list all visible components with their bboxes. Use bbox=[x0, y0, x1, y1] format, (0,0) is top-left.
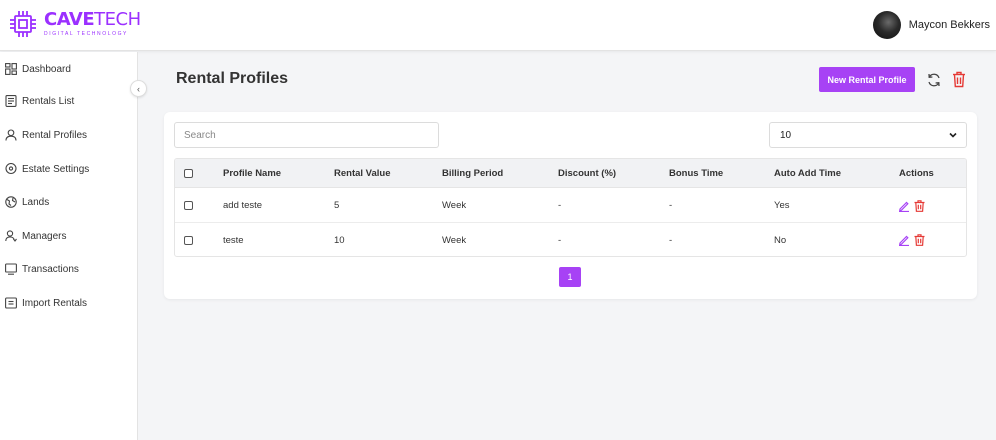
logo[interactable]: CAVETECH DIGITAL TECHNOLOGY bbox=[8, 6, 141, 42]
cell-discount: - bbox=[558, 200, 562, 211]
sidebar-collapse-button[interactable]: ‹ bbox=[130, 80, 147, 97]
users-icon bbox=[4, 229, 18, 243]
user-menu[interactable]: Maycon Bekkers bbox=[872, 11, 990, 39]
search-input[interactable] bbox=[174, 122, 439, 148]
sidebar-item-rentals-list[interactable]: Rentals List bbox=[0, 91, 138, 111]
sidebar-item-rental-profiles[interactable]: Rental Profiles bbox=[0, 125, 138, 145]
edit-icon bbox=[899, 235, 909, 246]
chevron-down-icon bbox=[949, 132, 957, 138]
column-header[interactable]: Auto Add Time bbox=[774, 159, 841, 187]
column-header[interactable]: Bonus Time bbox=[669, 159, 723, 187]
brand-name-light: TECH bbox=[94, 9, 141, 30]
dashboard-icon bbox=[4, 62, 18, 76]
refresh-icon bbox=[928, 73, 940, 87]
page-size-select[interactable]: 10 bbox=[769, 122, 967, 148]
brand-name-bold: CAVE bbox=[44, 9, 95, 30]
cell-profile-name: add teste bbox=[223, 200, 263, 211]
sidebar-item-transactions[interactable]: Transactions bbox=[0, 259, 138, 279]
cell-auto-add-time: Yes bbox=[774, 200, 790, 211]
edit-button[interactable] bbox=[898, 200, 910, 212]
column-header[interactable]: Discount (%) bbox=[558, 159, 616, 187]
user-icon bbox=[4, 128, 18, 142]
sidebar-item-label: Rentals List bbox=[22, 95, 75, 107]
delete-button[interactable] bbox=[914, 199, 925, 212]
import-icon bbox=[4, 296, 18, 310]
brand-name: CAVETECH bbox=[44, 11, 141, 29]
sidebar-item-label: Managers bbox=[22, 230, 67, 242]
column-header[interactable]: Rental Value bbox=[334, 159, 391, 187]
sidebar-item-import-rentals[interactable]: Import Rentals bbox=[0, 293, 138, 313]
delete-button[interactable] bbox=[914, 234, 925, 246]
monitor-icon bbox=[4, 262, 18, 276]
sidebar-item-label: Import Rentals bbox=[22, 297, 88, 309]
sidebar-item-estate-settings[interactable]: Estate Settings bbox=[0, 159, 138, 179]
edit-icon bbox=[899, 201, 909, 212]
sidebar: Dashboard Rentals List Rental Profiles E… bbox=[0, 52, 138, 440]
sidebar-item-managers[interactable]: Managers bbox=[0, 226, 138, 246]
sidebar-item-lands[interactable]: Lands bbox=[0, 192, 138, 212]
user-name: Maycon Bekkers bbox=[908, 19, 990, 31]
sidebar-item-label: Rental Profiles bbox=[22, 129, 88, 141]
list-icon bbox=[4, 94, 18, 108]
cell-billing-period: Week bbox=[442, 200, 467, 211]
sidebar-item-label: Dashboard bbox=[22, 63, 71, 75]
globe-icon bbox=[4, 195, 18, 209]
cell-profile-name: teste bbox=[223, 234, 244, 246]
column-header[interactable]: Profile Name bbox=[223, 159, 281, 187]
sidebar-item-dashboard[interactable]: Dashboard bbox=[0, 59, 138, 79]
chip-logo-icon bbox=[10, 11, 36, 37]
cell-discount: - bbox=[558, 234, 562, 246]
edit-button[interactable] bbox=[898, 234, 910, 246]
cell-rental-value: 10 bbox=[334, 234, 345, 246]
page-size-value: 10 bbox=[780, 129, 792, 141]
cell-billing-period: Week bbox=[442, 234, 467, 246]
cell-rental-value: 5 bbox=[334, 200, 340, 211]
trash-icon bbox=[953, 71, 965, 87]
table-row[interactable]: add teste 5 Week - - Yes bbox=[175, 189, 966, 223]
table-header: Profile Name Rental Value Billing Period… bbox=[175, 159, 966, 188]
sidebar-item-label: Transactions bbox=[22, 263, 79, 275]
column-header[interactable]: Billing Period bbox=[442, 159, 503, 187]
location-icon bbox=[4, 162, 18, 176]
new-rental-profile-button[interactable]: New Rental Profile bbox=[819, 67, 915, 92]
brand-tagline: DIGITAL TECHNOLOGY bbox=[44, 31, 128, 37]
cell-auto-add-time: No bbox=[774, 234, 787, 246]
rental-profiles-table: Profile Name Rental Value Billing Period… bbox=[174, 158, 967, 257]
refresh-button[interactable] bbox=[925, 71, 943, 89]
table-row[interactable]: teste 10 Week - - No bbox=[175, 223, 966, 256]
row-checkbox[interactable] bbox=[184, 235, 193, 245]
select-all-checkbox[interactable] bbox=[184, 168, 193, 178]
page-title: Rental Profiles bbox=[176, 70, 289, 87]
pagination-page-button[interactable]: 1 bbox=[559, 267, 581, 287]
cell-bonus-time: - bbox=[669, 234, 673, 246]
trash-icon bbox=[914, 234, 925, 246]
sidebar-item-label: Lands bbox=[22, 196, 50, 208]
top-bar: CAVETECH DIGITAL TECHNOLOGY Maycon Bekke… bbox=[0, 0, 996, 51]
sidebar-item-label: Estate Settings bbox=[22, 163, 90, 175]
cell-bonus-time: - bbox=[669, 200, 673, 211]
avatar[interactable] bbox=[872, 11, 901, 39]
trash-icon bbox=[914, 199, 925, 212]
delete-selected-button[interactable] bbox=[950, 70, 968, 88]
rental-profiles-card: 10 Profile Name Rental Value Billing Per… bbox=[164, 112, 977, 299]
column-header: Actions bbox=[899, 167, 934, 179]
row-checkbox[interactable] bbox=[184, 201, 193, 210]
